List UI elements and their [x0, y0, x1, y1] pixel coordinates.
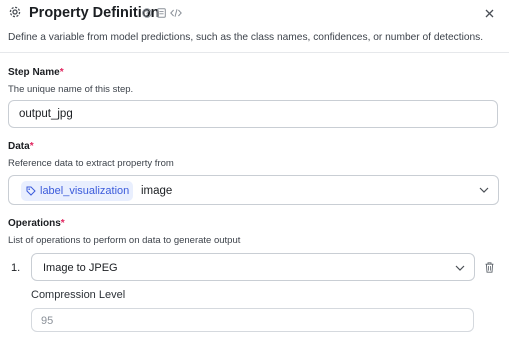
tag-icon [26, 186, 36, 196]
compression-level-label: Compression Level [31, 289, 126, 301]
step-name-label: Step Name* [8, 67, 64, 78]
page-subtitle: Define a variable from model predictions… [8, 32, 484, 43]
required-marker: * [59, 67, 64, 78]
help-icon[interactable] [142, 8, 152, 18]
data-chip-label: label_visualization [40, 185, 130, 197]
operation-value: Image to JPEG [43, 262, 118, 274]
step-name-description: The unique name of this step. [8, 84, 134, 95]
panel-header: Property Definition Define a variable fr… [0, 0, 509, 53]
required-marker: * [29, 141, 34, 152]
gear-icon [9, 6, 21, 18]
close-icon[interactable] [485, 9, 494, 18]
page-title: Property Definition [29, 5, 160, 21]
operations-description: List of operations to perform on data to… [8, 235, 241, 246]
code-icon[interactable] [170, 8, 182, 18]
operations-label: Operations* [8, 218, 65, 229]
docs-icon[interactable] [157, 8, 166, 18]
data-label: Data* [8, 141, 34, 152]
trash-icon[interactable] [485, 262, 494, 273]
data-select[interactable]: label_visualization image [8, 175, 499, 205]
data-description: Reference data to extract property from [8, 158, 174, 169]
operation-select[interactable]: Image to JPEG [31, 253, 475, 281]
chevron-down-icon [455, 265, 465, 271]
required-marker: * [60, 218, 65, 229]
step-name-value: output_jpg [19, 108, 73, 120]
compression-level-placeholder: 95 [41, 315, 54, 327]
step-name-input[interactable]: output_jpg [8, 100, 498, 128]
data-value: image [141, 185, 173, 197]
compression-level-input[interactable]: 95 [31, 308, 474, 332]
chevron-down-icon [479, 187, 489, 193]
operation-index: 1. [11, 262, 21, 274]
data-reference-chip[interactable]: label_visualization [21, 181, 133, 201]
